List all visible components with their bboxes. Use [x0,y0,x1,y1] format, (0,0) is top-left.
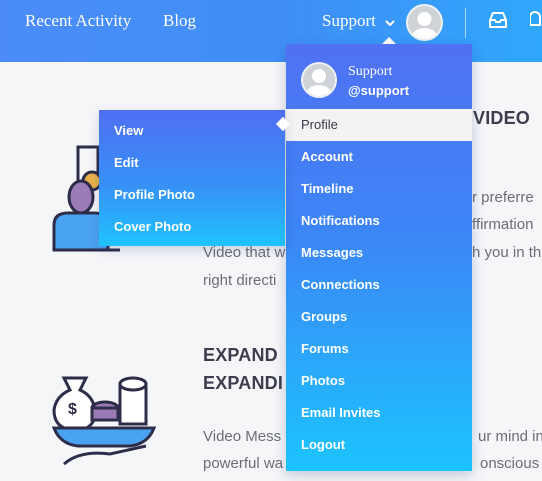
body-text-line: onscious [480,455,540,472]
submenu-item-profile-photo[interactable]: Profile Photo [114,187,195,202]
menu-item-notifications[interactable]: Notifications [286,205,472,237]
body-text-line: r preferre [472,189,534,206]
menu-item-logout[interactable]: Logout [286,429,472,461]
submenu-item-view[interactable]: View [114,123,143,138]
menu-item-photos[interactable]: Photos [286,365,472,397]
body-text-line: h you in th [472,244,542,261]
nav-divider [465,8,466,38]
dropdown-user-header[interactable]: Support @support [286,44,472,108]
chevron-down-icon[interactable] [385,14,395,32]
profile-submenu: View Edit Profile Photo Cover Photo [99,110,285,246]
svg-text:$: $ [68,401,77,418]
section-heading: VIDEO [473,108,531,128]
body-text-line: right directi [203,272,277,289]
user-dropdown-menu: Support @support Profile Account Timelin… [286,44,472,471]
money-hand-icon: $ [50,368,160,478]
body-text-line: ur mind in [478,428,542,445]
menu-item-forums[interactable]: Forums [286,333,472,365]
nav-link-blog[interactable]: Blog [163,11,196,31]
dropdown-user-handle: @support [348,83,410,98]
submenu-item-cover-photo[interactable]: Cover Photo [114,219,191,234]
nav-link-support[interactable]: Support [322,11,376,31]
menu-item-account[interactable]: Account [286,141,472,173]
menu-item-timeline[interactable]: Timeline [286,173,472,205]
section-heading: EXPAND [203,345,278,365]
bell-icon[interactable] [529,10,542,35]
menu-item-profile[interactable]: Profile [286,109,472,141]
menu-item-connections[interactable]: Connections [286,269,472,301]
body-text-line: powerful wa [203,455,284,472]
section-heading: EXPANDI [203,373,284,393]
body-text-line: Video that w [203,244,286,261]
menu-item-groups[interactable]: Groups [286,301,472,333]
submenu-item-edit[interactable]: Edit [114,155,139,170]
body-text-line: ffirmation [472,216,534,233]
avatar-icon[interactable] [406,4,443,41]
inbox-icon[interactable] [488,11,508,34]
nav-link-recent-activity[interactable]: Recent Activity [25,11,131,31]
menu-item-email-invites[interactable]: Email Invites [286,397,472,429]
avatar-icon [301,62,337,98]
dropdown-user-name: Support [348,64,393,79]
body-text-line: Video Mess [203,428,282,445]
menu-item-messages[interactable]: Messages [286,237,472,269]
